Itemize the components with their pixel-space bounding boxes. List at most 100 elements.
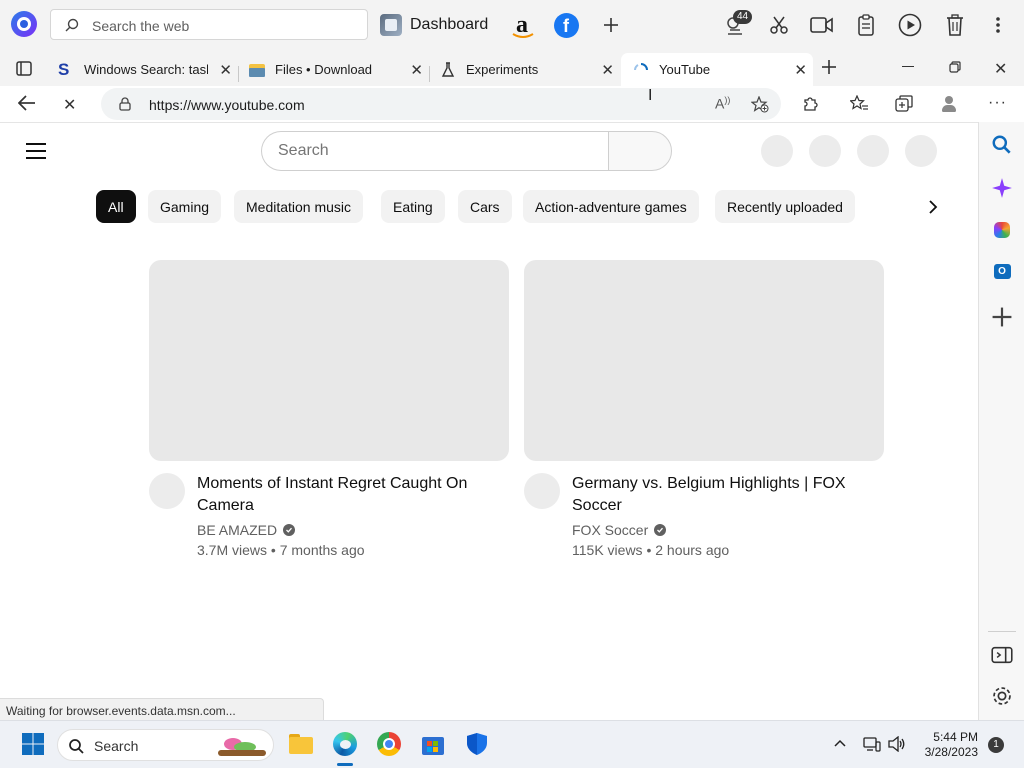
url-text[interactable]: https://www.youtube.com xyxy=(149,97,305,113)
profile-icon[interactable] xyxy=(940,95,958,113)
dashboard-icon xyxy=(380,14,402,36)
collections-icon[interactable] xyxy=(895,95,913,112)
chevron-right-icon[interactable] xyxy=(918,195,948,219)
tab-title: Experiments xyxy=(466,62,539,77)
search-icon xyxy=(65,18,79,32)
video-title[interactable]: Germany vs. Belgium Highlights | FOX Soc… xyxy=(572,473,862,517)
chip-cars[interactable]: Cars xyxy=(458,190,512,223)
trash-icon[interactable] xyxy=(942,12,968,38)
copilot-app-icon[interactable] xyxy=(11,11,37,37)
minimize-button[interactable] xyxy=(902,66,914,67)
back-button[interactable] xyxy=(17,95,36,116)
clipboard-icon[interactable] xyxy=(853,12,879,38)
network-icon[interactable] xyxy=(863,736,881,752)
restore-button[interactable] xyxy=(949,60,961,78)
taskbar: Search 5:44 PM 3/28/2023 1 xyxy=(0,720,1024,768)
search-highlight-icon xyxy=(218,734,268,758)
video-title[interactable]: Moments of Instant Regret Caught On Came… xyxy=(197,473,487,517)
chip-action-adventure[interactable]: Action-adventure games xyxy=(523,190,699,223)
notification-badge[interactable]: 1 xyxy=(988,737,1004,753)
youtube-page: Search All Gaming Meditation music Eatin… xyxy=(0,87,978,720)
edge-sidebar: O xyxy=(978,122,1024,720)
search-icon[interactable] xyxy=(991,134,1013,156)
defender-shield-icon[interactable] xyxy=(464,731,490,757)
extensions-icon[interactable] xyxy=(802,95,819,112)
verified-icon xyxy=(283,524,296,536)
chip-eating[interactable]: Eating xyxy=(381,190,445,223)
tab-windows-search[interactable]: S Windows Search: tasksp ✕ xyxy=(48,53,238,86)
clock-date: 3/28/2023 xyxy=(924,745,978,759)
channel-name[interactable]: FOX Soccer xyxy=(572,522,667,538)
chip-all[interactable]: All xyxy=(96,190,136,223)
sparkle-icon[interactable] xyxy=(991,177,1013,199)
chevron-up-icon[interactable] xyxy=(834,739,846,747)
channel-name[interactable]: BE AMAZED xyxy=(197,522,296,538)
office-icon[interactable] xyxy=(991,219,1013,241)
channel-avatar[interactable] xyxy=(149,473,185,509)
header-placeholder-circle[interactable] xyxy=(809,135,841,167)
channel-name-text: BE AMAZED xyxy=(197,522,278,538)
more-vertical-icon[interactable] xyxy=(985,12,1011,38)
address-bar[interactable]: https://www.youtube.com A)) xyxy=(101,88,781,120)
microsoft-store-icon[interactable] xyxy=(420,731,446,757)
add-icon[interactable] xyxy=(991,306,1013,328)
loading-spinner-icon xyxy=(634,62,648,70)
system-clock[interactable]: 5:44 PM 3/28/2023 xyxy=(918,730,978,760)
tab-title: Files • Download xyxy=(275,62,373,77)
outlook-icon[interactable]: O xyxy=(991,260,1013,282)
read-aloud-icon[interactable]: A)) xyxy=(715,95,730,112)
video-camera-icon[interactable] xyxy=(809,12,835,38)
close-icon[interactable]: ✕ xyxy=(601,61,614,79)
top-bar: Search the web Dashboard a f 44 xyxy=(0,0,1024,50)
tab-title: YouTube xyxy=(659,62,711,77)
new-tab-button[interactable] xyxy=(821,59,837,80)
status-bar-text: Waiting for browser.events.data.msn.com.… xyxy=(0,698,324,720)
menu-icon[interactable] xyxy=(26,143,46,164)
amazon-icon[interactable]: a xyxy=(509,12,535,38)
video-thumbnail[interactable] xyxy=(149,260,509,461)
favorites-icon[interactable] xyxy=(850,95,869,112)
windows-start-icon[interactable] xyxy=(20,731,46,757)
chip-meditation-music[interactable]: Meditation music xyxy=(234,190,364,223)
play-circle-icon[interactable] xyxy=(897,12,923,38)
volume-icon[interactable] xyxy=(888,736,906,752)
chrome-icon[interactable] xyxy=(376,731,402,757)
window-close-button[interactable]: ✕ xyxy=(994,59,1007,79)
add-icon[interactable] xyxy=(598,12,624,38)
channel-avatar[interactable] xyxy=(524,473,560,509)
close-icon[interactable]: ✕ xyxy=(219,61,232,79)
gear-icon[interactable] xyxy=(991,685,1013,707)
tab-experiments[interactable]: Experiments ✕ xyxy=(430,53,620,86)
file-explorer-icon[interactable] xyxy=(288,731,314,757)
add-favorite-icon[interactable] xyxy=(751,96,769,113)
chip-gaming[interactable]: Gaming xyxy=(148,190,222,223)
scissors-icon[interactable] xyxy=(766,12,792,38)
tab-title: Windows Search: tasksp xyxy=(84,62,208,77)
dashboard-button[interactable]: Dashboard xyxy=(380,12,488,38)
header-placeholder-circle[interactable] xyxy=(857,135,889,167)
tab-youtube[interactable]: YouTube ✕ xyxy=(621,53,813,86)
edge-browser-icon[interactable] xyxy=(332,731,358,757)
channel-name-text: FOX Soccer xyxy=(572,522,649,538)
youtube-search-placeholder: Search xyxy=(278,142,329,159)
close-icon[interactable]: ✕ xyxy=(410,61,423,79)
web-search-box[interactable]: Search the web xyxy=(50,9,368,40)
lock-icon[interactable] xyxy=(119,97,131,111)
youtube-search-input[interactable]: Search xyxy=(261,131,609,171)
header-placeholder-circle[interactable] xyxy=(761,135,793,167)
flask-icon xyxy=(441,61,455,77)
stop-loading-button[interactable]: ✕ xyxy=(63,95,76,115)
taskbar-search-box[interactable]: Search xyxy=(57,729,274,761)
address-row: ✕ https://www.youtube.com A)) ··· xyxy=(0,86,1024,122)
hide-sidebar-icon[interactable] xyxy=(991,644,1013,666)
header-placeholder-circle[interactable] xyxy=(905,135,937,167)
facebook-icon[interactable]: f xyxy=(553,12,579,38)
settings-more-icon[interactable]: ··· xyxy=(988,94,1007,112)
tab-files-download[interactable]: Files • Download ✕ xyxy=(239,53,429,86)
chip-recently-uploaded[interactable]: Recently uploaded xyxy=(715,190,855,223)
youtube-search-button[interactable] xyxy=(608,131,672,171)
clock-time: 5:44 PM xyxy=(933,730,978,744)
video-thumbnail[interactable] xyxy=(524,260,884,461)
close-icon[interactable]: ✕ xyxy=(794,61,807,79)
tab-actions-icon[interactable] xyxy=(16,61,32,81)
